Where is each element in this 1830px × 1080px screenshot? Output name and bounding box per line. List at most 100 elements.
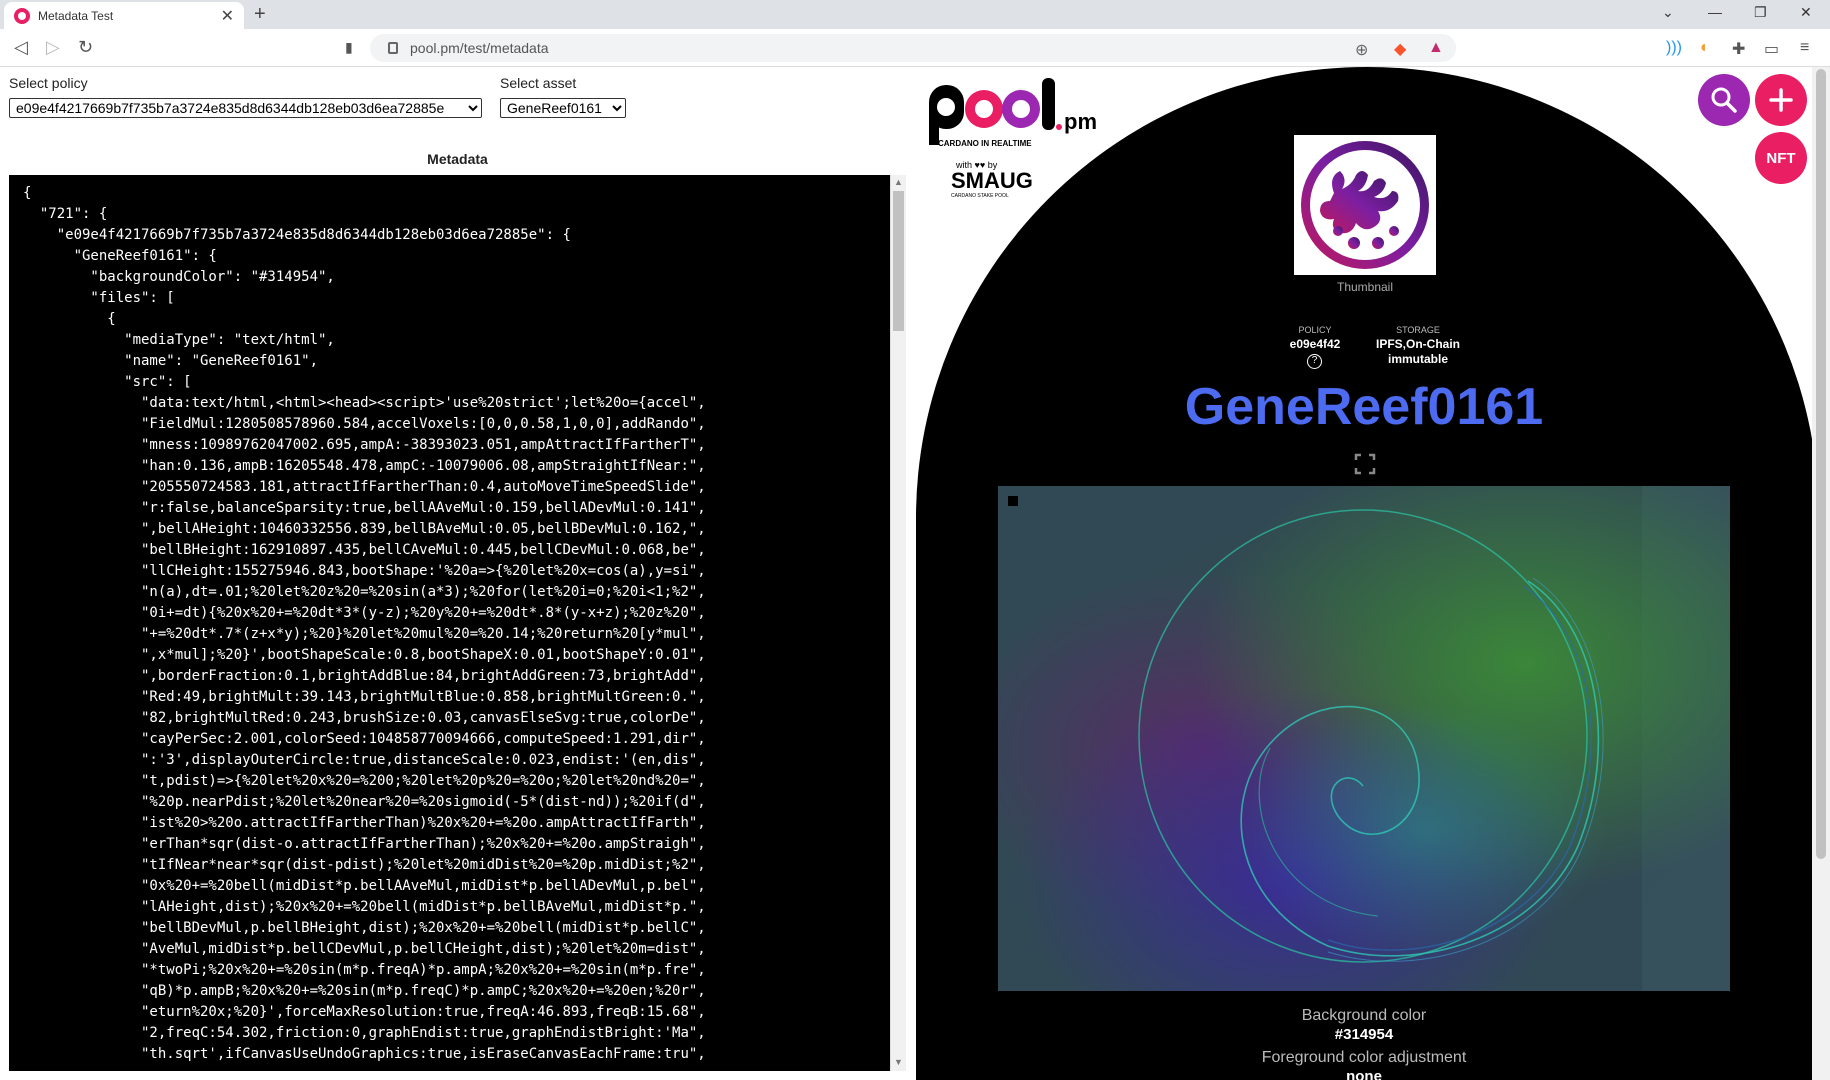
metadata-line: "bellBHeight:162910897.435,bellCAveMul:0…: [23, 542, 706, 558]
metadata-line: "han:0.136,ampB:16205548.478,ampC:-10079…: [23, 458, 706, 474]
metadata-line: "GeneReef0161": {: [23, 248, 217, 264]
metadata-line: "qB)*p.ampB;%20x%20+=%20sin(m*p.freqC)*p…: [23, 983, 706, 999]
select-policy-label: Select policy: [9, 75, 88, 91]
metadata-json-view[interactable]: { "721": { "e09e4f4217669b7f735b7a3724e8…: [9, 175, 897, 1071]
metadata-line: "bellBDevMul,p.bellBHeight,dist);%20x%20…: [23, 920, 706, 936]
asset-artwork-canvas[interactable]: [998, 486, 1730, 991]
pool-pm-logo[interactable]: pm CARDANO IN REALTIME with ♥♥ by SMAUG …: [918, 73, 1098, 208]
metadata-line: "2,freqC:54.302,friction:0,graphEndist:t…: [23, 1025, 706, 1041]
metadata-line: "erThan*sqr(dist-o.attractIfFartherThan)…: [23, 836, 706, 852]
address-bar[interactable]: pool.pm/test/metadata: [370, 34, 1456, 62]
brave-rewards-icon[interactable]: ▲: [1428, 39, 1444, 57]
new-tab-icon[interactable]: +: [254, 3, 266, 26]
wallet-extension-icon[interactable]: ))): [1666, 39, 1682, 57]
background-color-value: #314954: [1334, 1026, 1394, 1043]
page-scroll-thumb[interactable]: [1816, 69, 1826, 859]
lock-icon: [388, 42, 398, 54]
metadata-line: "0i+=dt){%20x%20+=%20dt*3*(y-z);%20y%20+…: [23, 605, 706, 621]
foreground-adjust-label: Foreground color adjustment: [1261, 1049, 1467, 1066]
metadata-line: ",borderFraction:0.1,brightAddBlue:84,br…: [23, 668, 706, 684]
logo-tagline: CARDANO IN REALTIME: [938, 139, 1032, 148]
zoom-icon[interactable]: ⊕: [1355, 40, 1368, 60]
policy-label: POLICY: [1298, 325, 1332, 335]
storage-sub: immutable: [1387, 352, 1448, 366]
forward-icon[interactable]: ▷: [46, 37, 60, 58]
metadata-line: "ist%20>%20o.attractIfFartherThan)%20x%2…: [23, 815, 706, 831]
policy-help-icon[interactable]: ?: [1307, 354, 1322, 369]
asset-select[interactable]: GeneReef0161: [500, 98, 626, 118]
metadata-scrollbar[interactable]: ▲ ▼: [890, 175, 906, 1071]
scroll-down-icon[interactable]: ▼: [894, 1057, 903, 1067]
metadata-line: "mediaType": "text/html",: [23, 332, 335, 348]
metadata-line: "r:false,balanceSparsity:true,bellAAveMu…: [23, 500, 706, 516]
fullscreen-icon[interactable]: [1354, 453, 1376, 475]
metadata-line: "e09e4f4217669b7f735b7a3724e835d8d6344db…: [23, 227, 571, 243]
extension-icon[interactable]: ◐: [1700, 39, 1710, 57]
bookmark-icon[interactable]: ▮: [345, 39, 353, 56]
puzzle-extensions-icon[interactable]: ✚: [1732, 39, 1745, 59]
metadata-line: "name": "GeneReef0161",: [23, 353, 319, 369]
close-tab-icon[interactable]: ✕: [221, 6, 234, 26]
metadata-line: "t,pdist)=>{%20let%20x%20=%200;%20let%20…: [23, 773, 706, 789]
asset-thumbnail[interactable]: [1294, 135, 1436, 275]
metadata-line: "*twoPi;%20x%20+=%20sin(m*p.freqA)*p.amp…: [23, 962, 706, 978]
metadata-line: "llCHeight:155275946.843,bootShape:'%20a…: [23, 563, 706, 579]
asset-preview-panel: pm CARDANO IN REALTIME with ♥♥ by SMAUG …: [910, 67, 1830, 1080]
metadata-line: "cayPerSec:2.001,colorSeed:1048587700946…: [23, 731, 706, 747]
menu-icon[interactable]: ≡: [1800, 39, 1809, 57]
storage-value: IPFS,On-Chain: [1376, 337, 1460, 351]
metadata-line: "files": [: [23, 290, 175, 306]
add-button[interactable]: [1755, 74, 1807, 126]
brave-shield-icon[interactable]: ◆: [1394, 39, 1406, 59]
metadata-line: ",x*mul];%20}',bootShapeScale:0.8,bootSh…: [23, 647, 706, 663]
background-color-label: Background color: [1301, 1007, 1427, 1024]
metadata-line: "82,brightMultRed:0.243,brushSize:0.03,c…: [23, 710, 706, 726]
browser-toolbar: ◁ ▷ ↻ ▮ pool.pm/test/metadata ⊕ ◆ ▲ ))) …: [0, 29, 1830, 67]
tab-title: Metadata Test: [38, 8, 114, 23]
smaug-logo-text: SMAUG: [951, 168, 1033, 193]
scroll-up-icon[interactable]: ▲: [894, 177, 903, 187]
metadata-line: ",bellAHeight:10460332556.839,bellBAveMu…: [23, 521, 706, 537]
tab-search-chevron-icon[interactable]: ⌄: [1662, 4, 1674, 21]
asset-title: GeneReef0161: [1184, 378, 1544, 436]
metadata-line: "eturn%20x;%20}',forceMaxResolution:true…: [23, 1004, 706, 1020]
nft-button[interactable]: NFT: [1755, 132, 1807, 184]
policy-value[interactable]: e09e4f42: [1270, 337, 1360, 351]
wallet-icon[interactable]: ▭: [1764, 39, 1779, 59]
close-window-icon[interactable]: ✕: [1800, 4, 1812, 21]
url-text: pool.pm/test/metadata: [410, 40, 549, 56]
metadata-line: "721": {: [23, 206, 108, 222]
reload-icon[interactable]: ↻: [78, 37, 93, 58]
thumbnail-label: Thumbnail: [1336, 280, 1394, 294]
metadata-title: Metadata: [427, 151, 488, 167]
search-button[interactable]: [1698, 74, 1750, 126]
metadata-line: {: [23, 185, 32, 201]
metadata-line: "FieldMul:1280508578960.584,accelVoxels:…: [23, 416, 706, 432]
metadata-line: "backgroundColor": "#314954",: [23, 269, 335, 285]
policy-select[interactable]: e09e4f4217669b7f735b7a3724e835d8d6344db1…: [9, 98, 482, 118]
metadata-line: "AveMul,midDist*p.bellCDevMul,p.bellCHei…: [23, 941, 706, 957]
metadata-line: {: [23, 311, 116, 327]
page-scrollbar[interactable]: [1812, 67, 1830, 1080]
smaug-sub: CARDANO STAKE POOL: [951, 193, 1009, 199]
browser-tab-strip: Metadata Test ✕ + ⌄ — ❐ ✕: [0, 0, 1830, 29]
minimize-icon[interactable]: —: [1708, 4, 1722, 20]
metadata-line: "n(a),dt=.01;%20let%20z%20=%20sin(a*3);%…: [23, 584, 706, 600]
foreground-adjust-value: none: [1346, 1068, 1382, 1080]
metadata-line: "0x%20+=%20bell(midDist*p.bellAAveMul,mi…: [23, 878, 706, 894]
metadata-line: "src": [: [23, 374, 192, 390]
back-icon[interactable]: ◁: [14, 37, 28, 58]
metadata-line: "mness:10989762047002.695,ampA:-38393023…: [23, 437, 706, 453]
metadata-line: "%20p.nearPdist;%20let%20near%20=%20sigm…: [23, 794, 706, 810]
pool-favicon-icon: [14, 7, 30, 24]
metadata-line: "th.sqrt',ifCanvasUseUndoGraphics:true,i…: [23, 1046, 706, 1062]
metadata-panel: Select policy e09e4f4217669b7f735b7a3724…: [0, 67, 910, 1080]
search-icon: [1711, 87, 1737, 113]
metadata-scroll-thumb[interactable]: [893, 191, 904, 331]
metadata-line: "data:text/html,<html><head><script>'use…: [23, 395, 706, 411]
svg-text:pm: pm: [1064, 109, 1097, 134]
select-asset-label: Select asset: [500, 75, 577, 91]
restore-icon[interactable]: ❐: [1754, 4, 1767, 21]
metadata-line: ":'3',displayOuterCircle:true,distanceSc…: [23, 752, 706, 768]
browser-tab[interactable]: Metadata Test ✕: [4, 2, 244, 29]
